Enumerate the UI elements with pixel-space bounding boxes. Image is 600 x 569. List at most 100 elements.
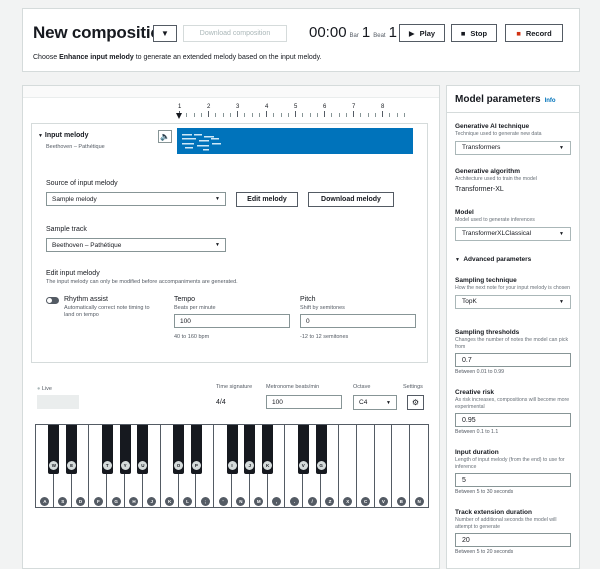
ruler-major-tick	[324, 111, 325, 117]
input-duration-section: Input duration Length of input melody (f…	[455, 449, 575, 495]
info-link[interactable]: Info	[545, 98, 556, 104]
ruler-minor-tick	[360, 113, 362, 117]
ruler-minor-tick	[338, 113, 340, 117]
composition-header: New composition ▼ Download composition 0…	[22, 8, 580, 72]
ruler-tick-label: 1	[178, 104, 182, 110]
record-button[interactable]: ■ Record	[505, 24, 563, 42]
edit-melody-button[interactable]: Edit melody	[236, 192, 298, 207]
piano-black-key[interactable]: U	[137, 425, 149, 474]
download-melody-button[interactable]: Download melody	[308, 192, 394, 207]
key-shortcut-label: K	[263, 461, 273, 470]
piano-black-key[interactable]: E	[66, 425, 78, 474]
advanced-parameters-toggle[interactable]: ▼ Advanced parameters	[455, 256, 575, 263]
ruler-minor-tick	[229, 113, 231, 117]
tempo-input[interactable]: 100	[174, 314, 290, 328]
ruler-major-tick	[295, 111, 296, 117]
sampling-section: Sampling technique How the next note for…	[455, 277, 575, 309]
key-shortcut-label: A	[40, 497, 50, 506]
thresholds-section: Sampling thresholds Changes the number o…	[455, 329, 575, 375]
ruler-tick-label: 4	[265, 104, 269, 110]
edit-input-label: Edit input melody	[46, 270, 100, 277]
timeline-ruler[interactable]: 1 2 3 4 5 6 7 8	[173, 104, 438, 122]
download-composition-button[interactable]: Download composition	[183, 25, 287, 42]
sampling-select[interactable]: TopK ▼	[455, 294, 571, 309]
piano-black-key[interactable]: J	[244, 425, 256, 474]
piano-black-key[interactable]: T	[101, 425, 113, 474]
rhythm-assist-desc: Automatically correct note timing to lan…	[64, 305, 150, 318]
key-shortcut-label: S	[58, 497, 68, 506]
piano-white-key[interactable]: C	[357, 425, 375, 507]
input-duration-input[interactable]: 5	[455, 473, 571, 487]
bar-label: Bar	[349, 33, 359, 39]
creative-risk-input[interactable]: 0.95	[455, 413, 571, 427]
ruler-minor-tick	[287, 113, 289, 117]
caret-down-icon: ▼	[38, 133, 43, 139]
stop-button[interactable]: ■ Stop	[451, 24, 497, 42]
caret-down-icon: ▼	[386, 399, 391, 406]
key-shortcut-label: U	[138, 461, 148, 470]
rhythm-assist-toggle[interactable]	[46, 297, 59, 304]
piano-black-key[interactable]: V	[297, 425, 309, 474]
technique-section: Generative AI technique Technique used t…	[455, 123, 575, 155]
ruler-minor-tick	[244, 113, 246, 117]
sample-track-select[interactable]: Beethoven – Pathétique ▼	[46, 238, 226, 252]
model-select[interactable]: TransformerXLClassical ▼	[455, 226, 571, 241]
speaker-icon[interactable]: 🔈	[158, 130, 172, 143]
piano-black-key[interactable]: I	[226, 425, 238, 474]
ruler-major-tick	[382, 111, 383, 117]
key-shortcut-label: I	[227, 461, 237, 470]
piano-black-key[interactable]: K	[262, 425, 274, 474]
ruler-minor-tick	[403, 113, 405, 117]
caret-down-icon: ▼	[559, 230, 564, 237]
piano-white-key[interactable]: X	[339, 425, 357, 507]
caret-down-icon: ▼	[215, 242, 220, 248]
piano-white-key[interactable]: B	[392, 425, 411, 507]
octave-select[interactable]: C4 ▼	[353, 395, 397, 410]
metronome-input[interactable]: 100	[266, 395, 342, 409]
time-signature-value: 4/4	[216, 399, 226, 406]
gear-icon: ⚙	[411, 398, 420, 407]
ruler-minor-tick	[186, 113, 188, 117]
caret-down-icon: ▼	[559, 144, 564, 151]
key-shortcut-label: C	[361, 497, 371, 506]
source-label: Source of input melody	[46, 180, 118, 187]
ruler-minor-tick	[302, 113, 304, 117]
play-button[interactable]: ▶ Play	[399, 24, 445, 42]
beat-label: Beat	[373, 33, 386, 39]
ruler-minor-tick	[215, 113, 217, 117]
key-shortcut-label: N	[236, 497, 246, 506]
record-icon: ■	[516, 28, 521, 38]
source-select[interactable]: Sample melody ▼	[46, 192, 226, 206]
time-signature-label: Time signature	[216, 384, 253, 390]
technique-select[interactable]: Transformers ▼	[455, 140, 571, 155]
piano-black-key[interactable]: P	[190, 425, 202, 474]
pitch-input[interactable]: 0	[300, 314, 416, 328]
octave-label: Octave	[353, 384, 371, 390]
piano-black-key[interactable]: W	[48, 425, 60, 474]
key-shortcut-label: K	[165, 497, 175, 506]
settings-button[interactable]: ⚙	[407, 395, 424, 410]
ruler-major-tick	[237, 111, 238, 117]
sample-track-label: Sample track	[46, 226, 87, 233]
edit-input-desc: The input melody can only be modified be…	[46, 279, 238, 285]
piano-white-key[interactable]: N	[410, 425, 428, 507]
ruler-tick-label: 2	[207, 104, 211, 110]
playback-timer: 00:00 Bar 1 Beat 1	[309, 24, 397, 41]
key-shortcut-label: P	[191, 461, 201, 470]
ruler-tick-label: 6	[323, 104, 327, 110]
melody-clip[interactable]	[177, 128, 413, 154]
piano-black-key[interactable]: O	[173, 425, 185, 474]
ruler-minor-tick	[193, 113, 195, 117]
extension-duration-input[interactable]: 20	[455, 533, 571, 547]
thresholds-input[interactable]: 0.7	[455, 353, 571, 367]
track-title[interactable]: ▼ Input melody	[38, 132, 88, 139]
page-description: Choose Enhance input melody to generate …	[33, 54, 322, 61]
key-shortcut-label: /	[307, 497, 317, 506]
ruler-minor-tick	[258, 113, 260, 117]
piano-black-key[interactable]: Y	[119, 425, 131, 474]
piano-white-key[interactable]: V	[375, 425, 393, 507]
piano-black-key[interactable]: G	[315, 425, 327, 474]
ruler-minor-tick	[316, 113, 318, 117]
playhead-marker[interactable]	[176, 113, 182, 119]
composition-menu-dropdown[interactable]: ▼	[153, 25, 177, 42]
